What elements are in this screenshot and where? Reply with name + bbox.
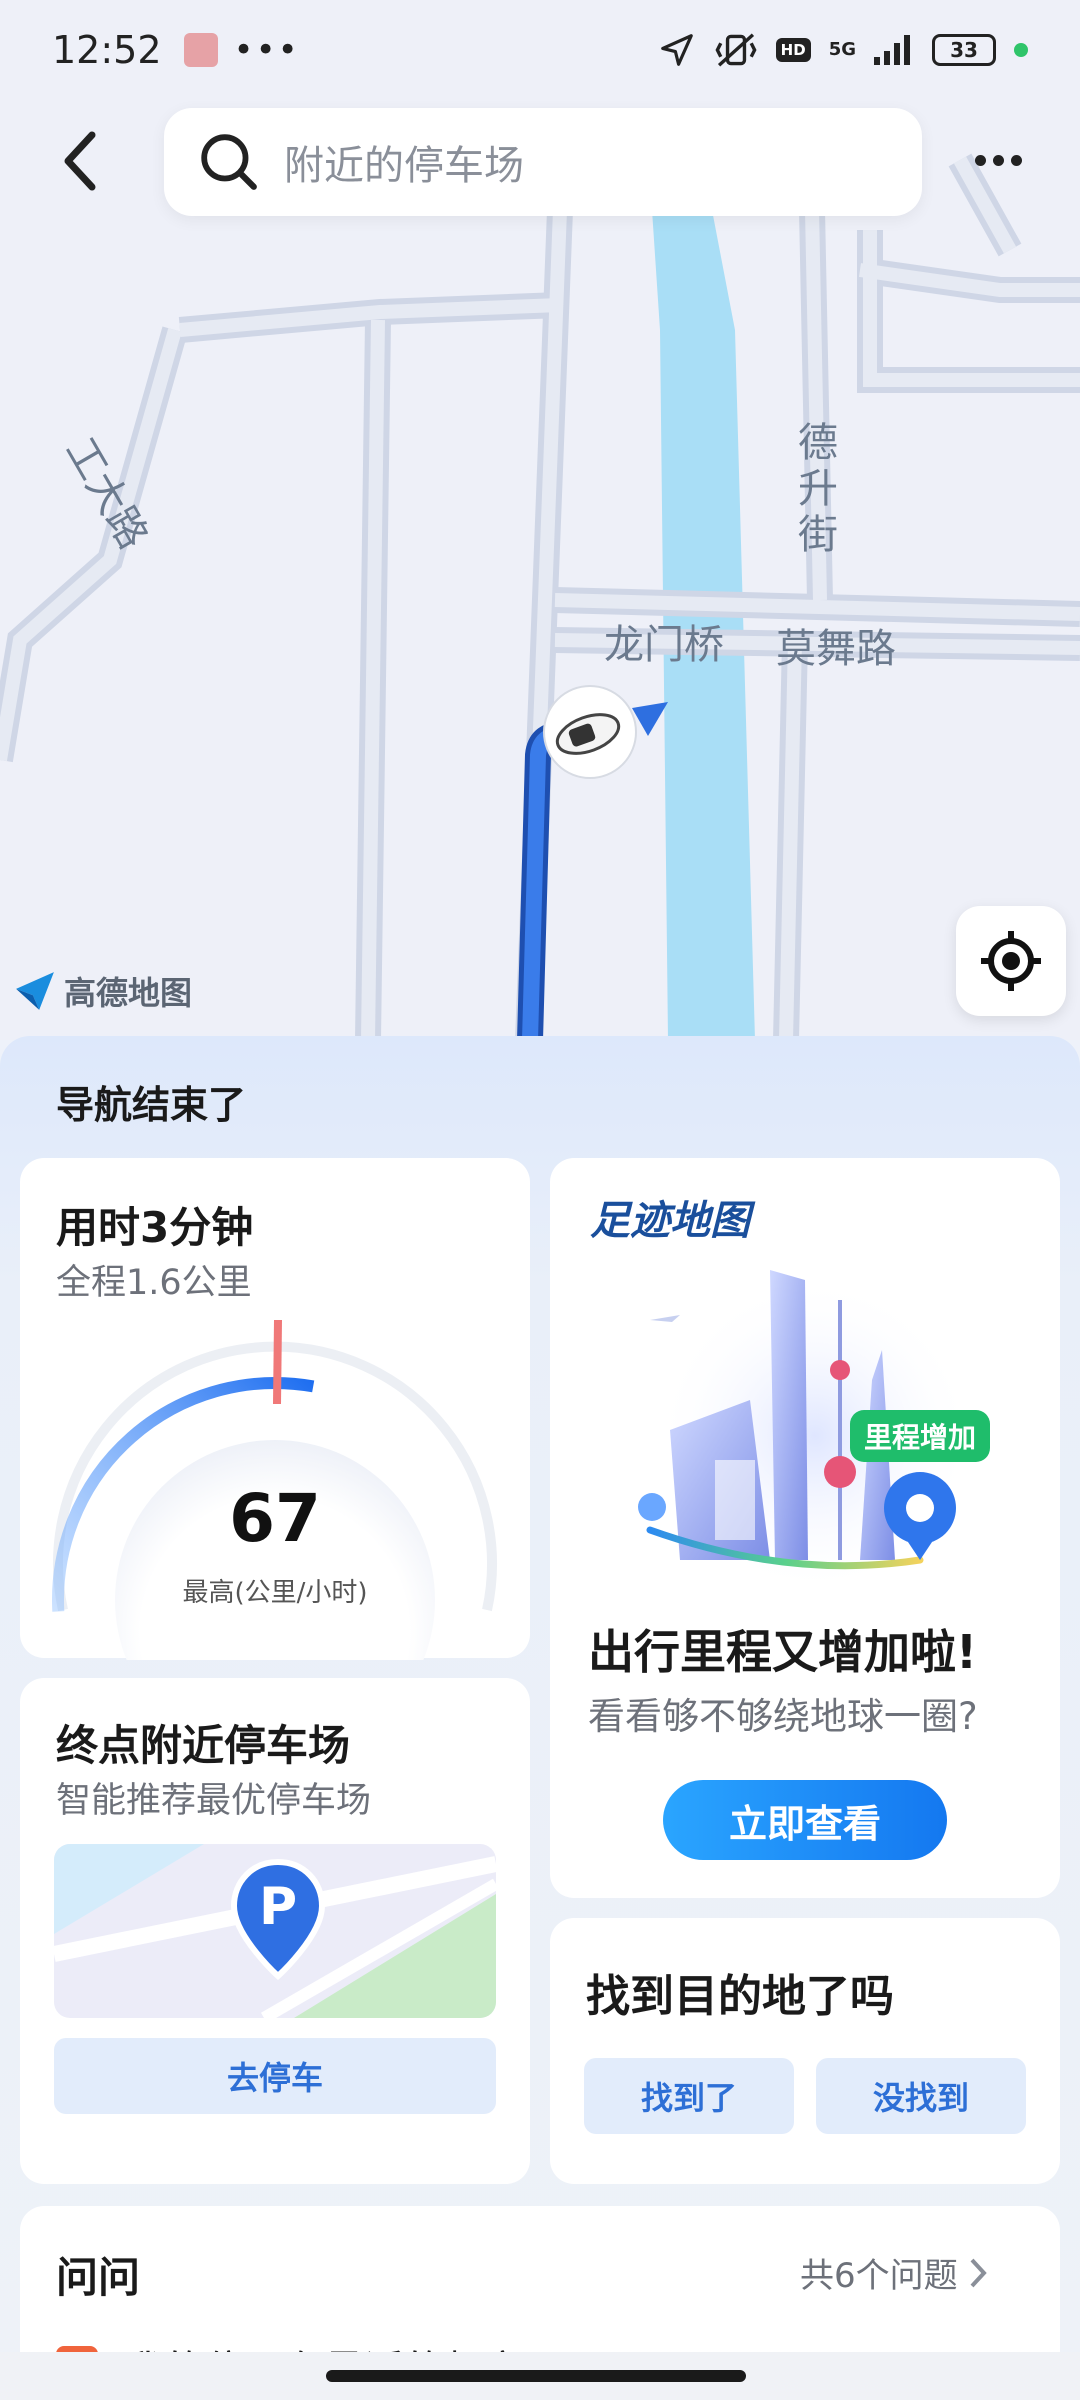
hd-voice-badge: HD [775,38,811,62]
ask-title: 问问 [56,2253,141,2302]
more-notifications-icon: ••• [233,30,300,70]
status-time: 12:52 [52,28,162,72]
ask-count: 共6个问题 [800,2256,958,2296]
search-icon [201,134,257,190]
found-button[interactable]: 找到了 [584,2058,794,2134]
home-indicator[interactable] [326,2370,746,2382]
back-button[interactable] [50,126,110,196]
crosshair-icon [981,931,1041,991]
vibrate-off-icon [715,33,757,67]
more-button[interactable] [968,140,1028,180]
svg-text:P: P [259,1877,297,1937]
app-notification-icon [183,33,218,67]
network-type: 5G [828,39,856,60]
signal-icon [874,35,910,65]
view-now-button[interactable]: 立即查看 [663,1780,947,1860]
road-label-desheng: 德升街 [798,420,838,558]
more-dot-icon [1010,154,1022,166]
footprint-subtitle: 看看够不够绕地球一圈? [588,1695,978,1738]
chevron-right-icon [970,2258,987,2287]
location-arrow-icon [660,34,693,66]
destination-card [550,1918,1060,2184]
parking-subtitle: 智能推荐最优停车场 [56,1781,372,1821]
brand-name: 高德地图 [64,974,193,1012]
chevron-left-icon [64,131,96,191]
go-park-button[interactable]: 去停车 [54,2038,496,2114]
more-dot-icon [974,154,986,166]
gesture-bar [0,2352,1080,2400]
footprint-logo: 足迹地图 [590,1198,750,1244]
search-bar[interactable]: 附近的停车场 [164,108,922,216]
amap-logo-icon [16,972,54,1010]
more-dot-icon [992,154,1004,166]
status-bar: 12:52 ••• HD 5G 33 [0,0,1080,100]
trip-distance: 全程1.6公里 [56,1263,252,1303]
road-label-longmenqiao: 龙门桥 [604,622,724,668]
brand-logo: 高德地图 [14,968,192,1014]
sheet-title: 导航结束了 [56,1083,247,1127]
max-speed-value: 67 [229,1480,321,1557]
battery-indicator: 33 [932,34,996,66]
not-found-button[interactable]: 没找到 [816,2058,1026,2134]
destination-question: 找到目的地了吗 [586,1971,894,2022]
trip-duration: 用时3分钟 [56,1203,254,1252]
privacy-dot [1014,43,1028,57]
locate-button[interactable] [956,906,1066,1016]
parking-title: 终点附近停车场 [56,1721,351,1770]
footprint-headline: 出行里程又增加啦! [588,1625,977,1679]
parking-pin-icon: P [230,1858,326,1981]
road-label-mowu: 莫舞路 [776,626,896,672]
ask-count-link[interactable]: 共6个问题 [800,2248,988,2297]
search-placeholder: 附近的停车场 [284,143,524,189]
parking-mini-map: P [54,1844,496,2018]
max-speed-label: 最高(公里/小时) [182,1578,368,1608]
mileage-badge: 里程增加 [850,1410,991,1462]
